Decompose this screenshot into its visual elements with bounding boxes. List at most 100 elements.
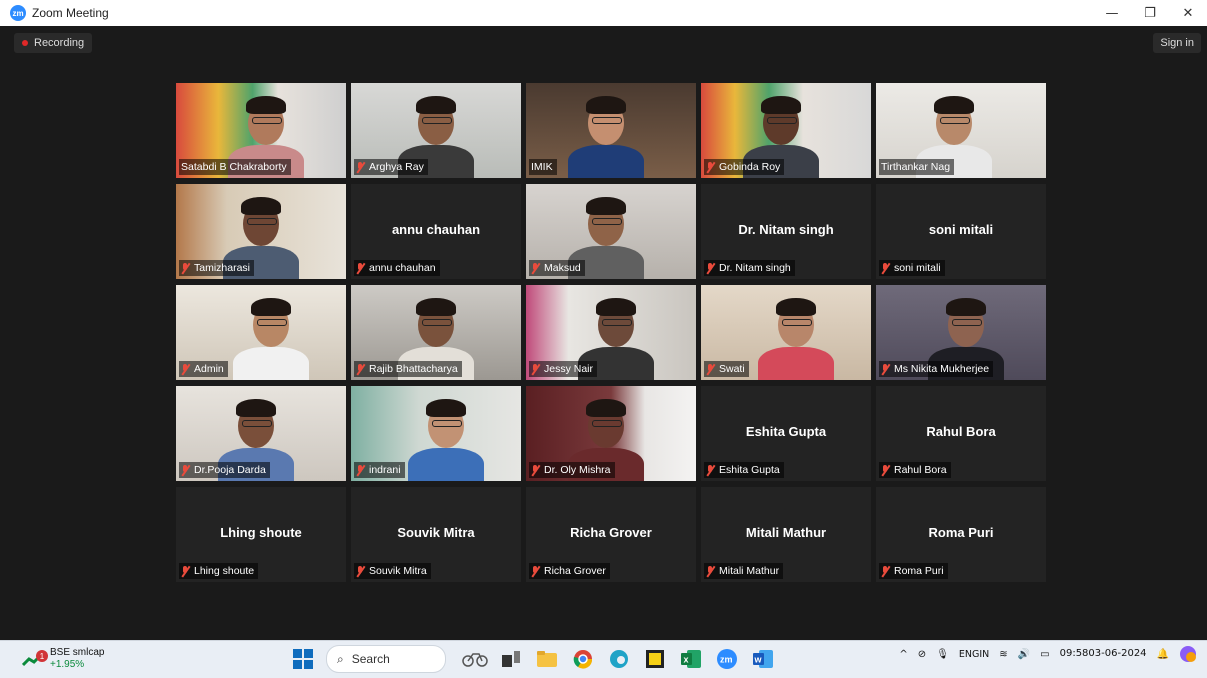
participant-tile[interactable]: Rahul Bora Rahul Bora [876,386,1046,481]
muted-microphone-icon [181,363,190,375]
muted-microphone-icon [181,464,190,476]
participant-tile[interactable]: IMIK [526,83,696,178]
participant-name-label: Tirthankar Nag [879,159,955,175]
chrome-icon[interactable] [570,646,596,672]
zoom-app-icon[interactable]: zm [714,646,740,672]
participant-name: Jessy Nair [544,363,594,375]
participant-tile[interactable]: Arghya Ray [351,83,521,178]
participant-name-label: Maksud [529,260,585,276]
language-indicator[interactable]: ENG IN [959,649,989,660]
participant-tile[interactable]: Ms Nikita Mukherjee [876,285,1046,380]
participant-name: Tirthankar Nag [881,161,951,173]
word-icon[interactable]: w [750,646,776,672]
show-hidden-icons[interactable]: ^ [899,649,907,660]
lang-top: ENG [958,648,980,660]
participant-tile[interactable]: Roma Puri Roma Puri [876,487,1046,582]
participant-name: Dr.Pooja Darda [194,464,266,476]
copilot-icon[interactable] [1179,645,1197,663]
participant-name: Satabdi B Chakraborty [181,161,287,173]
muted-microphone-icon [531,565,540,577]
participant-name-label: Dr.Pooja Darda [179,462,270,478]
participant-name: Admin [194,363,224,375]
participant-tile[interactable]: Tamizharasi [176,184,346,279]
notification-badge: 1 [36,650,48,662]
participant-center-name: Rahul Bora [926,424,996,439]
file-explorer-icon[interactable] [534,646,560,672]
participant-tile[interactable]: Dr. Oly Mishra [526,386,696,481]
sticky-notes-icon[interactable] [642,646,668,672]
participant-tile[interactable]: indrani [351,386,521,481]
windows-start-icon[interactable] [290,646,316,672]
sync-icon[interactable]: ⊘ [918,649,926,660]
participant-center-name: Souvik Mitra [397,525,475,540]
clock-date: 03-06-2024 [1088,648,1147,659]
participant-tile[interactable]: Maksud [526,184,696,279]
muted-microphone-icon [356,161,365,173]
participant-name: Dr. Oly Mishra [544,464,611,476]
task-view-icon[interactable] [498,646,524,672]
participant-tile[interactable]: Dr.Pooja Darda [176,386,346,481]
window-title: Zoom Meeting [32,6,109,20]
wifi-icon[interactable]: ≋ [999,649,1007,660]
stock-chart-icon: 1 [21,650,48,667]
participant-tile[interactable]: Dr. Nitam singh Dr. Nitam singh [701,184,871,279]
sign-in-button[interactable]: Sign in [1153,33,1201,53]
participant-name: Roma Puri [894,565,944,577]
participant-name-label: Dr. Oly Mishra [529,462,615,478]
participant-name: Tamizharasi [194,262,251,274]
participant-center-name: Lhing shoute [220,525,302,540]
muted-microphone-icon [356,363,365,375]
clock-time: 09:58 [1059,648,1089,659]
lang-bottom: IN [979,648,990,660]
participant-tile[interactable]: Admin [176,285,346,380]
stock-widget[interactable]: 1 BSE smlcap +1.95% [21,647,104,671]
recording-indicator[interactable]: Recording [14,33,93,53]
volume-icon[interactable]: 🔊 [1018,649,1030,660]
muted-microphone-icon [531,464,540,476]
window-controls: — ❐ ✕ [1093,0,1207,26]
participant-name-label: Lhing shoute [179,563,259,579]
excel-icon[interactable]: x [678,646,704,672]
close-button[interactable]: ✕ [1169,0,1207,26]
meeting-area: Recording Sign in Satabdi B Chakraborty A… [8,26,1207,640]
participant-name: Eshita Gupta [719,464,780,476]
participant-tile[interactable]: Mitali Mathur Mitali Mathur [701,487,871,582]
participant-center-name: Richa Grover [570,525,652,540]
restore-button[interactable]: ❐ [1131,0,1169,26]
participant-name-label: Gobinda Roy [704,159,785,175]
participant-tile[interactable]: Gobinda Roy [701,83,871,178]
participant-name-label: Souvik Mitra [354,563,431,579]
bicycle-widget-icon[interactable] [462,646,488,672]
participant-name-label: Roma Puri [879,563,948,579]
participant-tile[interactable]: Swati [701,285,871,380]
participant-tile[interactable]: Lhing shoute Lhing shoute [176,487,346,582]
participant-name: Richa Grover [544,565,606,577]
muted-microphone-icon [531,262,540,274]
participant-name: Ms Nikita Mukherjee [894,363,990,375]
muted-microphone-icon [356,464,365,476]
edge-icon[interactable] [606,646,632,672]
muted-microphone-icon [881,565,890,577]
muted-microphone-icon [706,363,715,375]
notification-bell-icon[interactable]: 🔔 [1157,649,1169,660]
record-dot-icon [22,40,28,46]
participant-tile[interactable]: Eshita Gupta Eshita Gupta [701,386,871,481]
participant-tile[interactable]: Rajib Bhattacharya [351,285,521,380]
participant-tile[interactable]: Richa Grover Richa Grover [526,487,696,582]
participant-name-label: Swati [704,361,749,377]
battery-icon[interactable]: ▭ [1040,649,1049,660]
microphone-icon[interactable]: 🎙 [936,649,949,660]
participant-name: annu chauhan [369,262,436,274]
participant-name-label: indrani [354,462,405,478]
participant-tile[interactable]: Satabdi B Chakraborty [176,83,346,178]
participant-center-name: soni mitali [928,222,994,237]
clock[interactable]: 09:58 03-06-2024 [1060,648,1147,660]
participant-tile[interactable]: soni mitali soni mitali [876,184,1046,279]
minimize-button[interactable]: — [1093,0,1131,26]
muted-microphone-icon [706,565,715,577]
participant-tile[interactable]: Tirthankar Nag [876,83,1046,178]
participant-tile[interactable]: Jessy Nair [526,285,696,380]
participant-tile[interactable]: annu chauhan annu chauhan [351,184,521,279]
taskbar-search[interactable]: ⌕ Search [326,645,446,673]
participant-tile[interactable]: Souvik Mitra Souvik Mitra [351,487,521,582]
